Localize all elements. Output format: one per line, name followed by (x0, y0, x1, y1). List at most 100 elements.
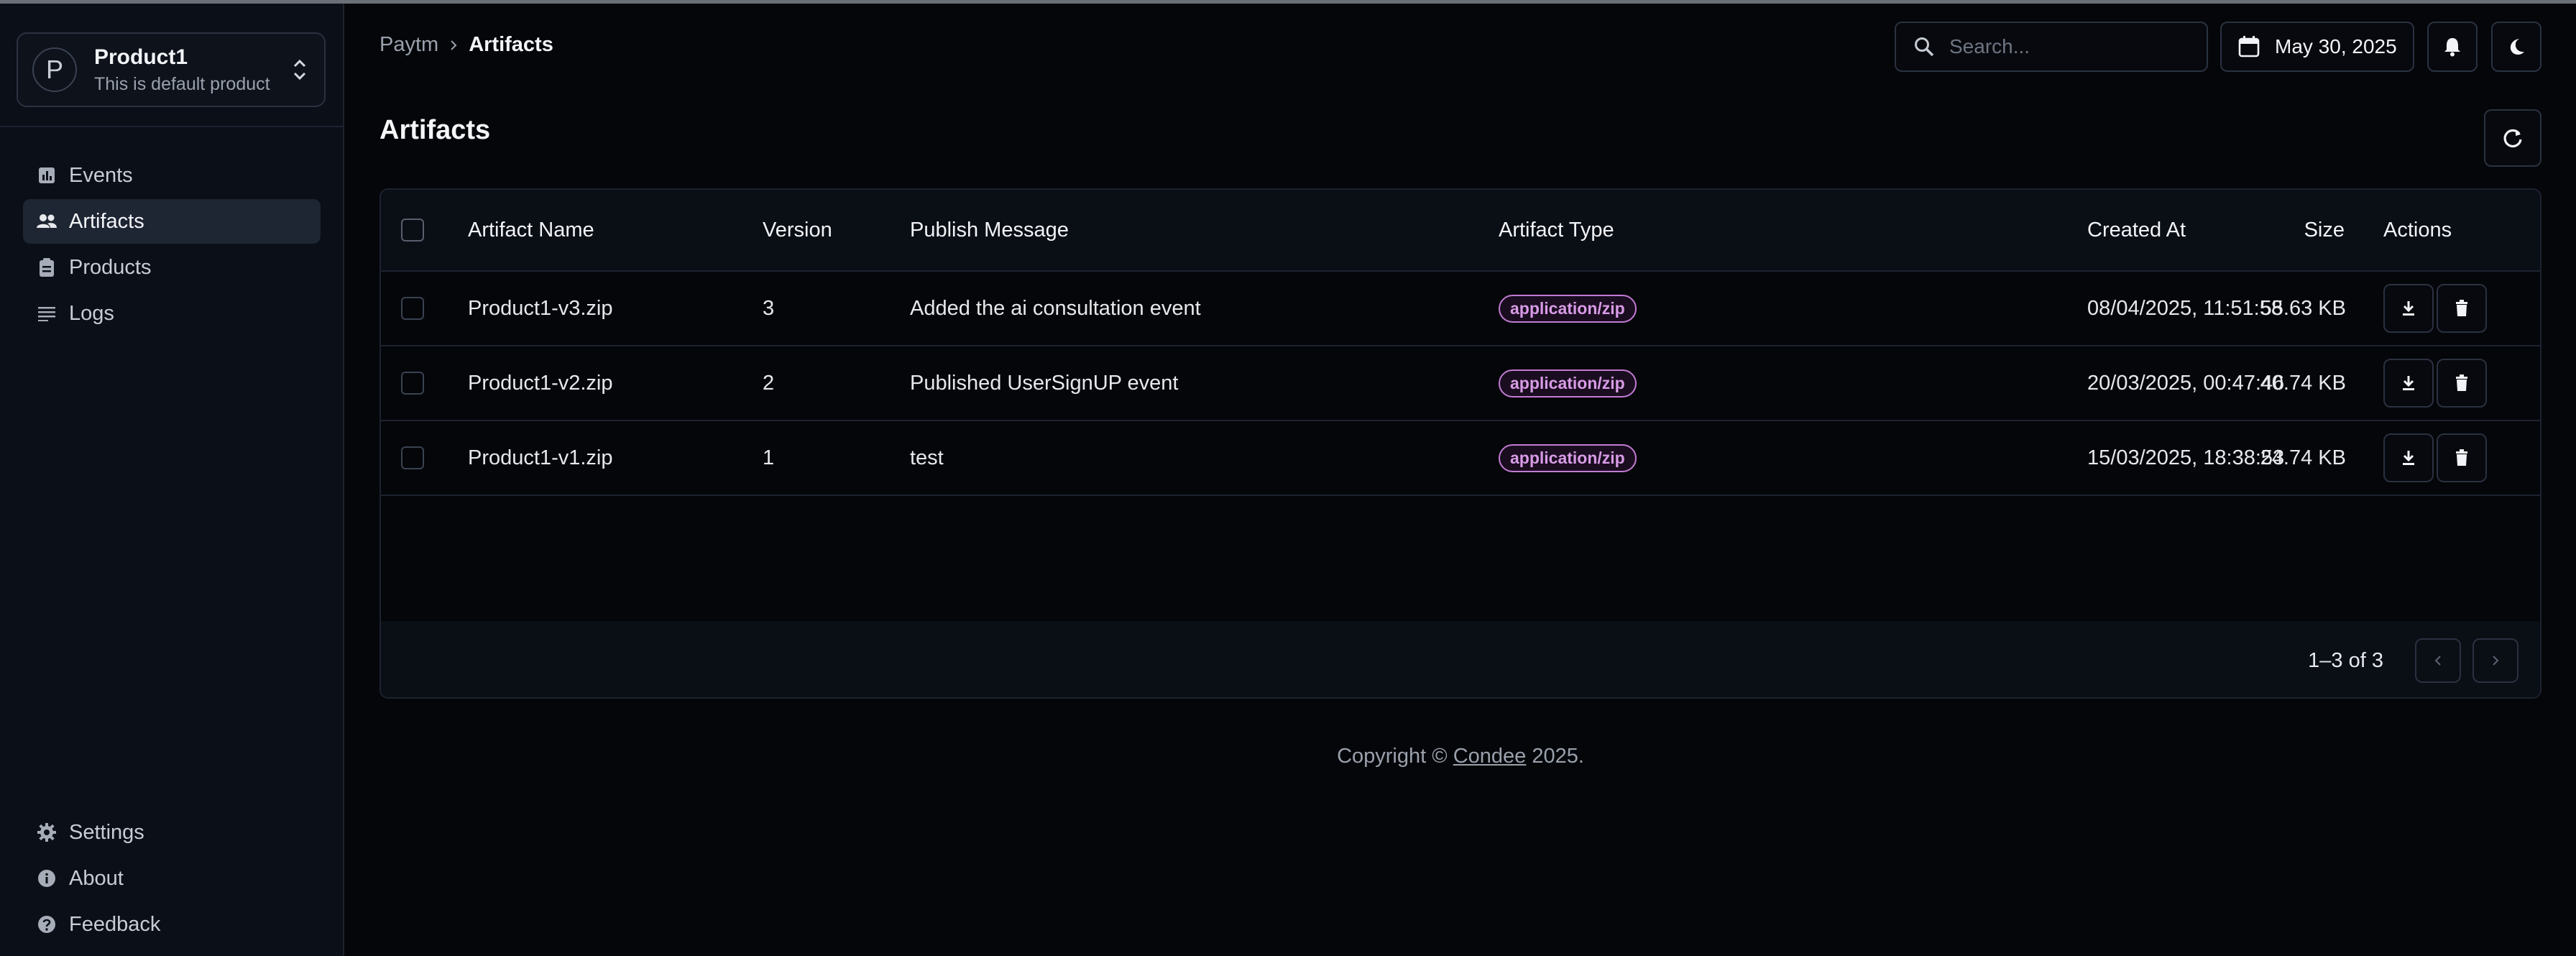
table-row[interactable]: Product1-v2.zip 2 Published UserSignUP e… (381, 346, 2540, 421)
column-header-name[interactable]: Artifact Name (468, 190, 594, 270)
sidebar-item-label: About (69, 866, 124, 890)
page-title: Artifacts (380, 115, 491, 145)
refresh-button[interactable] (2484, 109, 2542, 167)
artifact-type-cell: application/zip (1499, 421, 1637, 495)
row-checkbox[interactable] (401, 446, 424, 469)
row-actions (2383, 421, 2490, 495)
column-header-version[interactable]: Version (763, 190, 832, 270)
breadcrumb-current: Artifacts (469, 33, 553, 56)
sidebar-item-about[interactable]: About (23, 856, 321, 901)
column-header-created[interactable]: Created At (2087, 190, 2186, 270)
clipboard-icon (36, 257, 58, 278)
sidebar-item-settings[interactable]: Settings (23, 810, 321, 855)
artifact-created: 15/03/2025, 18:38:53 (2087, 446, 2285, 469)
product-avatar: P (32, 47, 77, 92)
artifact-type-badge: application/zip (1499, 369, 1637, 397)
theme-toggle-button[interactable] (2491, 22, 2542, 72)
artifact-name: Product1-v1.zip (468, 446, 613, 469)
refresh-icon (2503, 129, 2522, 148)
sidebar-item-label: Artifacts (69, 209, 144, 233)
download-button[interactable] (2383, 359, 2434, 408)
people-icon (36, 211, 58, 232)
artifact-version: 2 (763, 371, 775, 395)
column-header-message[interactable]: Publish Message (910, 190, 1069, 270)
gear-icon (36, 822, 58, 843)
sidebar-item-label: Settings (69, 820, 144, 844)
footer-company-link[interactable]: Condee (1453, 745, 1527, 768)
artifact-type-cell: application/zip (1499, 272, 1637, 345)
notifications-button[interactable] (2427, 22, 2478, 72)
download-icon (2403, 451, 2414, 465)
artifact-message: Added the ai consultation event (910, 296, 1201, 320)
date-picker-button[interactable]: May 30, 2025 (2220, 22, 2414, 72)
list-icon (36, 303, 58, 324)
help-icon (36, 914, 58, 935)
breadcrumb: Paytm Artifacts (380, 33, 553, 57)
select-all-checkbox[interactable] (401, 219, 424, 242)
trash-icon (2456, 300, 2467, 316)
breadcrumb-root-link[interactable]: Paytm (380, 33, 438, 57)
trash-icon (2456, 449, 2467, 466)
product-description: This is default product (94, 73, 270, 94)
sidebar-divider (0, 126, 343, 127)
sidebar-bottom-nav: Settings About Feedback (23, 810, 321, 948)
row-select-cell (401, 346, 424, 420)
search-box[interactable] (1895, 22, 2208, 72)
info-icon (36, 868, 58, 889)
artifact-created: 08/04/2025, 11:51:58 (2087, 296, 2283, 320)
delete-button[interactable] (2437, 284, 2487, 333)
chevron-right-icon (451, 40, 457, 50)
download-button[interactable] (2383, 433, 2434, 482)
search-input[interactable] (1949, 35, 2194, 58)
table-header: Artifact Name Version Publish Message Ar… (381, 190, 2540, 272)
next-page-button[interactable] (2472, 638, 2518, 683)
sidebar-item-label: Feedback (69, 912, 161, 936)
artifact-name: Product1-v3.zip (468, 296, 613, 320)
sidebar-item-feedback[interactable]: Feedback (23, 902, 321, 947)
select-all-cell (401, 190, 424, 270)
previous-page-button[interactable] (2415, 638, 2461, 683)
sidebar-item-artifacts[interactable]: Artifacts (23, 199, 321, 244)
artifact-type-badge: application/zip (1499, 294, 1637, 323)
chevron-up-down-icon (290, 54, 310, 86)
row-checkbox[interactable] (401, 297, 424, 320)
row-checkbox[interactable] (401, 372, 424, 395)
sidebar-item-products[interactable]: Products (23, 245, 321, 290)
chevron-left-icon (2434, 656, 2441, 666)
artifacts-table: Artifact Name Version Publish Message Ar… (380, 188, 2542, 699)
table-pagination: 1–3 of 3 (381, 621, 2540, 697)
sidebar-item-logs[interactable]: Logs (23, 291, 321, 336)
window-top-border (0, 0, 2576, 4)
column-header-type[interactable]: Artifact Type (1499, 190, 1614, 270)
date-label: May 30, 2025 (2275, 35, 2397, 58)
calendar-icon (2238, 36, 2260, 58)
delete-button[interactable] (2437, 433, 2487, 482)
sidebar-item-label: Logs (69, 301, 114, 325)
table-row[interactable]: Product1-v1.zip 1 test application/zip 2… (381, 421, 2540, 496)
download-button[interactable] (2383, 284, 2434, 333)
bell-icon (2444, 38, 2460, 57)
artifact-version: 1 (763, 446, 775, 469)
chevron-right-icon (2493, 656, 2499, 666)
row-actions (2383, 272, 2490, 345)
row-select-cell (401, 421, 424, 495)
sidebar-nav: Events Artifacts Products Logs (23, 153, 321, 337)
footer-prefix: Copyright © (1337, 745, 1453, 768)
moon-icon (2510, 39, 2524, 55)
trash-icon (2456, 374, 2467, 391)
product-info: Product1 This is default product (94, 45, 290, 95)
sidebar-item-events[interactable]: Events (23, 153, 321, 198)
sidebar-item-label: Products (69, 255, 152, 279)
artifact-type-badge: application/zip (1499, 443, 1637, 472)
artifact-message: Published UserSignUP event (910, 371, 1179, 395)
sidebar-item-label: Events (69, 163, 133, 187)
pagination-info: 1–3 of 3 (2308, 648, 2383, 672)
footer: Copyright © Condee 2025. (380, 745, 2542, 768)
row-actions (2383, 346, 2490, 420)
delete-button[interactable] (2437, 359, 2487, 408)
table-row[interactable]: Product1-v3.zip 3 Added the ai consultat… (381, 272, 2540, 346)
sidebar: P Product1 This is default product Event… (0, 4, 344, 956)
product-switcher[interactable]: P Product1 This is default product (17, 32, 326, 107)
search-icon (1915, 37, 1934, 57)
row-select-cell (401, 272, 424, 345)
